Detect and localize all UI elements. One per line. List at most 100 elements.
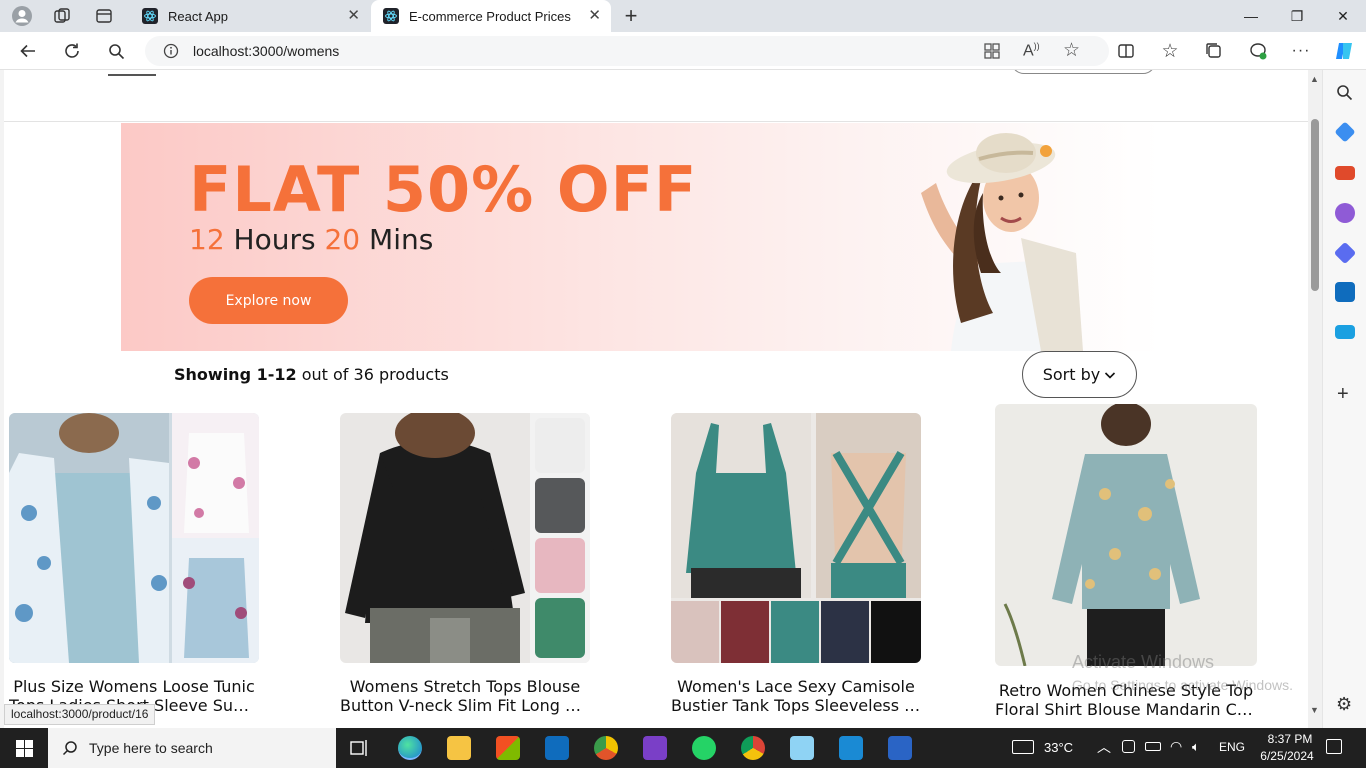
search-icon[interactable] — [105, 40, 127, 62]
windows-start-icon[interactable] — [16, 740, 33, 762]
address-bar[interactable]: localhost:3000/womens A)) ☆ — [145, 36, 1109, 66]
volume-icon[interactable]: 🔈︎ — [1192, 739, 1200, 755]
chrome-canary-icon[interactable] — [594, 736, 618, 760]
outlook-icon[interactable] — [1335, 282, 1355, 302]
temperature[interactable]: 33°C — [1044, 740, 1073, 755]
notifications-icon[interactable] — [1326, 739, 1342, 754]
scrollbar-thumb[interactable] — [1311, 119, 1319, 291]
scroll-down-arrow-icon[interactable]: ▼ — [1310, 705, 1319, 715]
add-icon[interactable]: + — [1337, 383, 1349, 406]
tab-ecommerce[interactable]: E-commerce Product Prices ✕ — [371, 0, 611, 32]
file-explorer-icon[interactable] — [447, 736, 471, 760]
mins-label: Mins — [369, 223, 434, 256]
restore-button[interactable]: ❐ — [1274, 0, 1320, 32]
info-icon[interactable] — [163, 43, 179, 64]
close-icon[interactable]: ✕ — [347, 8, 360, 24]
close-window-button[interactable]: ✕ — [1320, 0, 1366, 32]
collections-icon[interactable] — [1203, 40, 1225, 62]
weather-icon[interactable] — [1012, 740, 1034, 754]
more-options-icon[interactable]: ··· — [1290, 40, 1312, 62]
product-title-line1[interactable]: Plus Size Womens Loose Tunic — [9, 677, 259, 696]
chevron-down-icon — [1104, 369, 1116, 381]
mins-value: 20 — [324, 223, 361, 256]
clock-date[interactable]: 6/25/2024 — [1256, 749, 1318, 763]
header-divider — [4, 121, 1308, 122]
product-title-line2[interactable]: Button V-neck Slim Fit Long Sleev... — [340, 696, 590, 715]
show-hidden-icons-icon[interactable]: ︿ — [1097, 737, 1111, 757]
product-image[interactable] — [671, 413, 921, 663]
tray-camera-icon[interactable] — [1122, 740, 1135, 753]
taskbar-search-box[interactable]: Type here to search — [48, 728, 336, 768]
wifi-icon[interactable]: ◠ — [1170, 738, 1182, 755]
site-logo[interactable] — [108, 70, 158, 78]
minimize-button[interactable]: — — [1228, 0, 1274, 32]
product-title-line2[interactable]: Bustier Tank Tops Sleeveless Ves... — [671, 696, 921, 715]
battery-icon[interactable] — [1145, 742, 1161, 751]
product-card[interactable]: Womens Stretch Tops Blouse Button V-neck… — [340, 413, 590, 728]
status-bar-link: localhost:3000/product/16 — [4, 704, 156, 725]
product-card[interactable]: Women's Lace Sexy Camisole Bustier Tank … — [671, 413, 921, 728]
new-tab-button[interactable]: + — [620, 3, 642, 28]
product-image[interactable] — [995, 404, 1257, 666]
task-view-icon[interactable] — [350, 739, 370, 762]
microsoft-365-icon[interactable] — [1333, 241, 1357, 265]
language-indicator[interactable]: ENG — [1219, 740, 1245, 754]
games-icon[interactable] — [1335, 203, 1355, 223]
workspaces-icon[interactable] — [51, 5, 73, 27]
activate-windows-title: Activate Windows — [1072, 652, 1215, 672]
scroll-up-arrow-icon[interactable]: ▲ — [1310, 74, 1319, 84]
product-image[interactable] — [9, 413, 259, 663]
activate-windows-subtitle: Go to Settings to activate Windows. — [1072, 677, 1293, 693]
page-scrollbar[interactable]: ▲ ▼ — [1308, 70, 1322, 728]
product-title-line1[interactable]: Womens Stretch Tops Blouse — [340, 677, 590, 696]
whatsapp-icon[interactable] — [692, 736, 716, 760]
browser-essentials-icon[interactable] — [1247, 40, 1269, 62]
close-icon[interactable]: ✕ — [588, 8, 601, 24]
sort-by-button[interactable]: Sort by — [1022, 351, 1137, 398]
settings-gear-icon[interactable]: ⚙ — [1336, 694, 1352, 715]
tab-strip: React App ✕ E-commerce Product Prices ✕ … — [0, 0, 1366, 32]
product-card[interactable]: Plus Size Womens Loose Tunic Tops Ladies… — [9, 413, 259, 728]
notepad-icon[interactable] — [790, 736, 814, 760]
product-title-line1[interactable]: Women's Lace Sexy Camisole — [671, 677, 921, 696]
favorites-icon[interactable]: ☆ — [1159, 40, 1181, 62]
search-icon[interactable] — [1336, 84, 1353, 106]
read-aloud-icon[interactable]: A)) — [1023, 41, 1040, 60]
product-image[interactable] — [340, 413, 590, 663]
url-text: localhost:3000/womens — [193, 43, 340, 59]
hours-label: Hours — [233, 223, 316, 256]
banner-timer: 12 Hours 20 Mins — [189, 223, 433, 256]
favorite-star-icon[interactable]: ☆ — [1063, 39, 1080, 62]
search-placeholder: Type here to search — [89, 740, 213, 756]
header-button-partial[interactable] — [1011, 70, 1156, 74]
result-count: Showing 1-12 out of 36 products — [174, 365, 449, 384]
result-total: out of 36 products — [301, 365, 449, 384]
react-icon — [142, 8, 158, 24]
copilot-icon[interactable] — [1333, 40, 1355, 62]
send-icon[interactable] — [1335, 325, 1355, 339]
clock-time[interactable]: 8:37 PM — [1262, 732, 1318, 746]
powershell-icon[interactable] — [888, 736, 912, 760]
apps-icon[interactable] — [983, 42, 1001, 65]
edge-browser-icon[interactable] — [398, 736, 422, 760]
tools-icon[interactable] — [1335, 166, 1355, 180]
profile-icon[interactable] — [11, 5, 33, 27]
shopping-tag-icon[interactable] — [1334, 121, 1356, 143]
chrome-icon[interactable] — [741, 736, 765, 760]
tab-title: E-commerce Product Prices — [409, 8, 571, 24]
mail-icon[interactable] — [545, 736, 569, 760]
product-title-line2[interactable]: Floral Shirt Blouse Mandarin Coll... — [995, 700, 1257, 719]
tab-actions-icon[interactable] — [93, 5, 115, 27]
microsoft-store-icon[interactable] — [496, 736, 520, 760]
back-icon[interactable] — [17, 40, 39, 62]
edge-sidebar: + ⚙ — [1322, 70, 1366, 728]
sort-by-label: Sort by — [1042, 365, 1101, 384]
vscode-icon[interactable] — [839, 736, 863, 760]
split-screen-icon[interactable] — [1115, 40, 1137, 62]
react-icon — [383, 8, 399, 24]
refresh-icon[interactable] — [61, 40, 83, 62]
visual-studio-icon[interactable] — [643, 736, 667, 760]
tab-react-app[interactable]: React App ✕ — [130, 0, 370, 32]
explore-now-button[interactable]: Explore now — [189, 277, 348, 324]
banner-headline: FLAT 50% OFF — [189, 153, 698, 226]
